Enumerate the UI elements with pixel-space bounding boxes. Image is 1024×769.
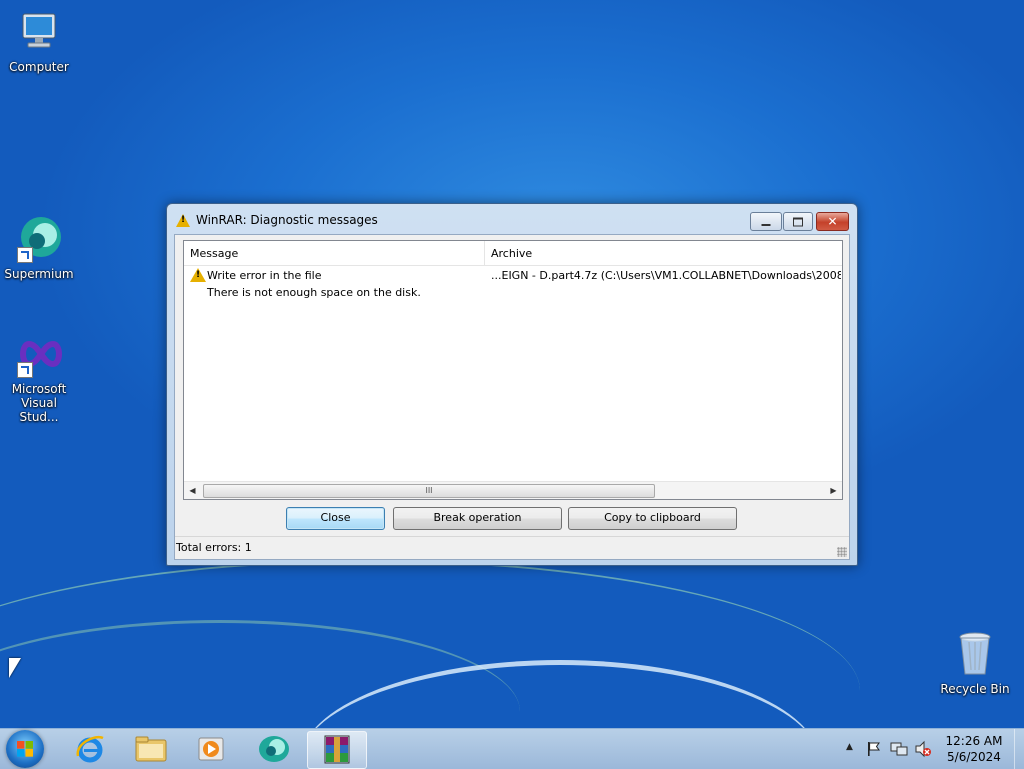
clock-time: 12:26 AM bbox=[945, 734, 1003, 748]
file-explorer-icon bbox=[135, 736, 167, 762]
messages-list[interactable]: Message Archive Write error in the file … bbox=[183, 240, 843, 500]
desktop-icon-label: Supermium bbox=[4, 267, 74, 281]
show-desktop-button[interactable] bbox=[1014, 729, 1024, 769]
recycle-bin-icon bbox=[951, 630, 999, 678]
minimize-icon bbox=[761, 223, 771, 226]
message-text: Write error in the file bbox=[207, 269, 322, 282]
desktop-icon-computer[interactable]: Computer bbox=[3, 8, 75, 74]
show-hidden-icons-icon[interactable]: ▲ bbox=[846, 742, 853, 752]
taskbar-internet-explorer[interactable] bbox=[61, 731, 119, 767]
clock-date: 5/6/2024 bbox=[947, 750, 1001, 764]
taskbar-clock[interactable]: 12:26 AM 5/6/2024 bbox=[940, 733, 1008, 765]
close-window-button[interactable]: ✕ bbox=[816, 212, 849, 231]
total-errors-text: Total errors: 1 bbox=[176, 541, 252, 554]
scrollbar-thumb[interactable]: III bbox=[203, 484, 655, 498]
scroll-left-icon[interactable]: ◀ bbox=[184, 482, 201, 499]
scroll-right-icon[interactable]: ▶ bbox=[825, 482, 842, 499]
start-button[interactable] bbox=[6, 730, 44, 768]
message-detail: There is not enough space on the disk. bbox=[207, 286, 421, 299]
desktop-icon-label: Visual Stud... bbox=[19, 396, 59, 424]
scrollbar-grip: III bbox=[425, 486, 433, 495]
volume-muted-icon[interactable] bbox=[914, 740, 932, 758]
supermium-icon bbox=[15, 215, 63, 263]
shortcut-arrow-icon bbox=[17, 247, 33, 263]
shortcut-arrow-icon bbox=[17, 362, 33, 378]
warning-icon bbox=[176, 214, 190, 227]
taskbar: ▲ 12:26 AM 5/6/2024 bbox=[0, 728, 1024, 769]
internet-explorer-icon bbox=[76, 735, 104, 763]
taskbar-winrar[interactable] bbox=[307, 731, 367, 769]
window-client-area: Message Archive Write error in the file … bbox=[174, 234, 850, 560]
column-header-message[interactable]: Message bbox=[184, 241, 485, 265]
wallpaper-swoosh bbox=[0, 620, 520, 728]
maximize-icon bbox=[793, 217, 803, 226]
status-bar: Total errors: 1 bbox=[175, 536, 849, 559]
supermium-icon bbox=[259, 736, 289, 762]
mouse-cursor-icon bbox=[9, 658, 21, 678]
desktop-icon-recycle-bin[interactable]: Recycle Bin bbox=[939, 630, 1011, 696]
network-icon[interactable] bbox=[890, 740, 908, 758]
media-player-icon bbox=[198, 737, 224, 761]
visual-studio-icon bbox=[15, 330, 63, 378]
title-bar[interactable]: WinRAR: Diagnostic messages ✕ bbox=[167, 204, 857, 236]
taskbar-file-explorer[interactable] bbox=[122, 731, 180, 767]
resize-grip-icon[interactable] bbox=[837, 547, 847, 557]
minimize-button[interactable] bbox=[750, 212, 782, 231]
desktop-icon-supermium[interactable]: Supermium bbox=[3, 215, 75, 281]
warning-icon bbox=[190, 268, 206, 282]
window-title: WinRAR: Diagnostic messages bbox=[196, 213, 378, 227]
action-center-flag-icon[interactable] bbox=[866, 741, 882, 757]
close-icon: ✕ bbox=[827, 214, 838, 228]
list-item[interactable]: Write error in the file There is not eno… bbox=[184, 267, 842, 303]
desktop-icon-label: Computer bbox=[9, 60, 69, 74]
break-operation-button[interactable]: Break operation bbox=[393, 507, 562, 530]
archive-path: ...EIGN - D.part4.7z (C:\Users\VM1.COLLA… bbox=[491, 269, 841, 282]
computer-icon bbox=[15, 8, 63, 56]
copy-to-clipboard-button[interactable]: Copy to clipboard bbox=[568, 507, 737, 530]
winrar-icon bbox=[324, 735, 350, 764]
desktop-icon-visual-studio[interactable]: Microsoft Visual Stud... bbox=[3, 330, 75, 424]
maximize-button[interactable] bbox=[783, 212, 813, 231]
taskbar-media-player[interactable] bbox=[183, 731, 241, 767]
horizontal-scrollbar[interactable]: ◀ III ▶ bbox=[184, 481, 842, 499]
desktop-icon-label: Recycle Bin bbox=[940, 682, 1010, 696]
taskbar-supermium[interactable] bbox=[245, 731, 303, 767]
close-button[interactable]: Close bbox=[286, 507, 385, 530]
winrar-diagnostic-window: WinRAR: Diagnostic messages ✕ Message Ar… bbox=[166, 203, 858, 566]
list-header: Message Archive bbox=[184, 241, 842, 266]
column-header-archive[interactable]: Archive bbox=[485, 241, 842, 265]
desktop-icon-label: Microsoft bbox=[11, 382, 67, 396]
